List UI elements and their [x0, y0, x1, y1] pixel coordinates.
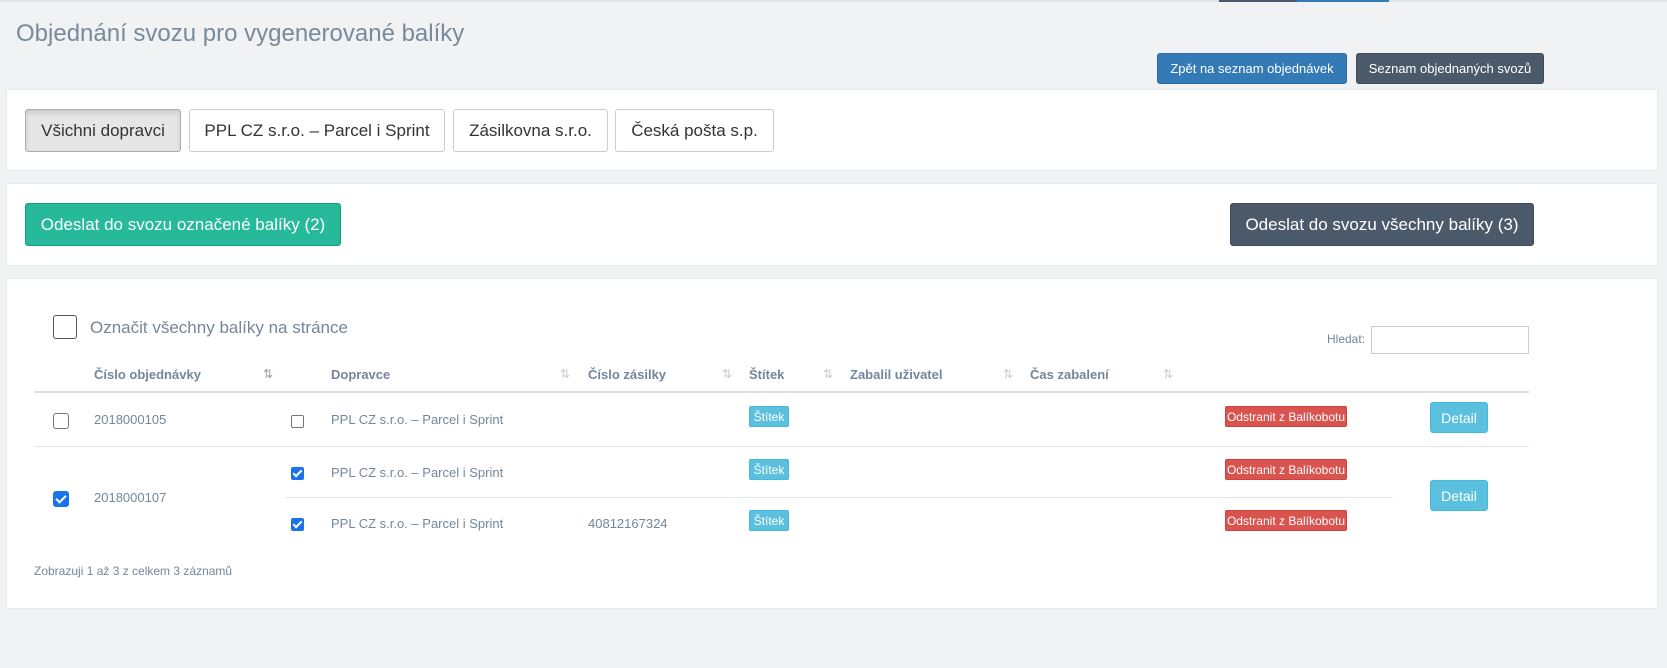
search-input[interactable]: [1371, 326, 1529, 354]
remove-from-balikobot-button[interactable]: Odstranit z Balíkobotu: [1225, 406, 1347, 427]
package-checkbox[interactable]: [291, 518, 304, 531]
package-tracking: 40812167324: [588, 516, 668, 531]
label-print-button[interactable]: Štítek: [749, 459, 789, 480]
send-selected-button[interactable]: Odeslat do svozu označené balíky (2): [25, 203, 341, 246]
order-detail-button[interactable]: Detail: [1430, 402, 1488, 433]
column-header-packed-at[interactable]: Čas zabalení: [1030, 367, 1109, 382]
filter-ceska-posta[interactable]: Česká pošta s.p.: [615, 109, 774, 152]
column-header-packed-by[interactable]: Zabalil uživatel: [850, 367, 942, 382]
filter-all-carriers[interactable]: Všichni dopravci: [25, 109, 181, 152]
top-tab-indicator: [1297, 0, 1389, 2]
order-number: 2018000107: [94, 490, 167, 505]
package-divider: [285, 497, 1393, 498]
filter-ppl[interactable]: PPL CZ s.r.o. – Parcel i Sprint: [189, 109, 445, 152]
sort-icon[interactable]: ⇅: [560, 367, 570, 381]
remove-from-balikobot-button[interactable]: Odstranit z Balíkobotu: [1225, 459, 1347, 480]
label-print-button[interactable]: Štítek: [749, 406, 789, 427]
column-header-label[interactable]: Štítek: [749, 367, 784, 382]
select-all-label: Označit všechny balíky na stránce: [90, 318, 348, 337]
sort-icon[interactable]: ⇅: [722, 367, 732, 381]
package-checkbox[interactable]: [291, 415, 304, 428]
sort-icon[interactable]: ⇅: [1163, 367, 1173, 381]
order-detail-button[interactable]: Detail: [1430, 480, 1488, 511]
remove-from-balikobot-button[interactable]: Odstranit z Balíkobotu: [1225, 510, 1347, 531]
pickup-list-button[interactable]: Seznam objednaných svozů: [1356, 53, 1544, 84]
column-header-tracking[interactable]: Číslo zásilky: [588, 367, 666, 382]
top-border: [0, 0, 1667, 2]
package-carrier: PPL CZ s.r.o. – Parcel i Sprint: [331, 412, 504, 427]
sort-icon[interactable]: ⇅: [823, 367, 833, 381]
package-checkbox[interactable]: [291, 467, 304, 480]
order-checkbox[interactable]: [53, 491, 69, 507]
label-print-button[interactable]: Štítek: [749, 510, 789, 531]
order-checkbox[interactable]: [53, 413, 69, 429]
order-number: 2018000105: [94, 412, 167, 427]
package-carrier: PPL CZ s.r.o. – Parcel i Sprint: [331, 465, 504, 480]
package-carrier: PPL CZ s.r.o. – Parcel i Sprint: [331, 516, 504, 531]
page-title: Objednání svozu pro vygenerované balíky: [16, 20, 465, 47]
filter-zasilkovna[interactable]: Zásilkovna s.r.o.: [453, 109, 608, 152]
send-all-button[interactable]: Odeslat do svozu všechny balíky (3): [1230, 203, 1534, 246]
top-tab-indicator: [1219, 0, 1297, 2]
search-label: Hledat:: [1327, 332, 1366, 346]
sort-icon[interactable]: ⇅: [1003, 367, 1013, 381]
table-info: Zobrazuji 1 až 3 z celkem 3 záznamů: [34, 564, 233, 578]
sort-asc-icon[interactable]: ⇅: [263, 367, 273, 381]
select-all-checkbox[interactable]: [53, 315, 77, 339]
column-header-carrier[interactable]: Dopravce: [331, 367, 390, 382]
table-header-divider: [34, 391, 1529, 393]
back-to-orders-button[interactable]: Zpět na seznam objednávek: [1157, 53, 1347, 84]
row-divider: [34, 446, 1529, 447]
column-header-order-number[interactable]: Číslo objednávky: [94, 367, 201, 382]
